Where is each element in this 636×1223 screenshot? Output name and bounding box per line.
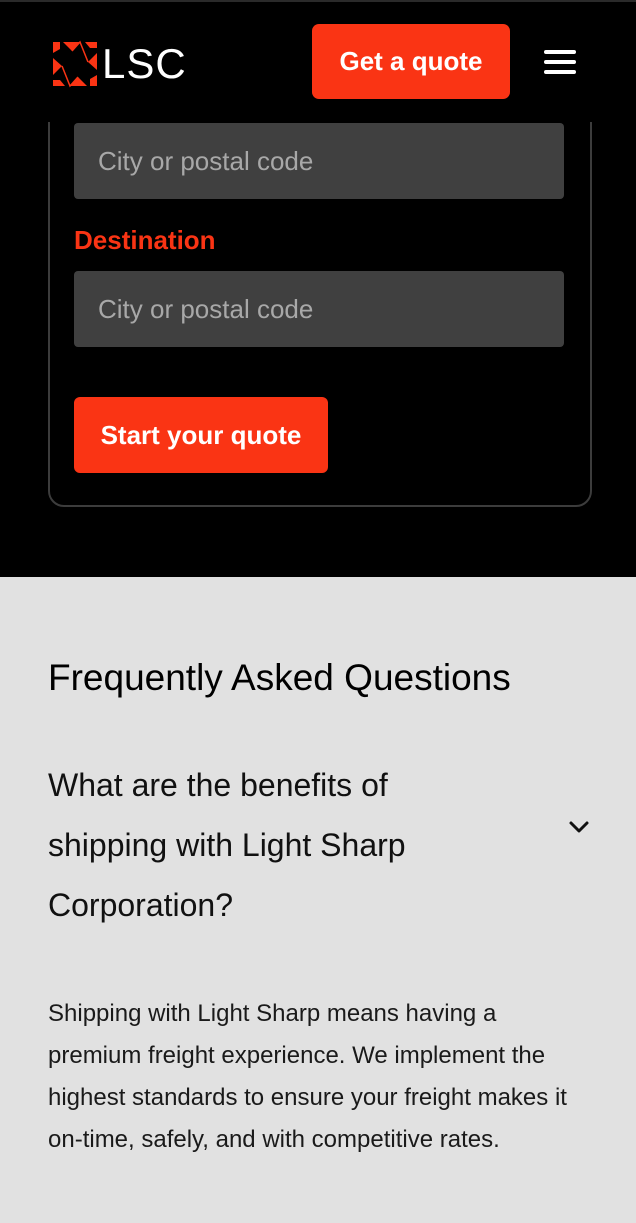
- get-a-quote-button[interactable]: Get a quote: [312, 24, 510, 99]
- hamburger-menu-icon-bar: [544, 60, 576, 64]
- header-top-border: [0, 0, 636, 2]
- faq-question-text: What are the benefits of shipping with L…: [48, 767, 406, 923]
- destination-input[interactable]: [74, 271, 564, 347]
- logo-text: LSC: [102, 40, 187, 87]
- site-header: LSC Get a quote: [0, 0, 636, 122]
- logo[interactable]: LSC: [50, 39, 187, 89]
- start-quote-button[interactable]: Start your quote: [74, 397, 328, 473]
- hamburger-menu-button[interactable]: [542, 47, 578, 77]
- faq-question-toggle[interactable]: What are the benefits of shipping with L…: [48, 755, 589, 935]
- faq-heading: Frequently Asked Questions: [48, 657, 511, 698]
- destination-label: Destination: [74, 225, 216, 255]
- hamburger-menu-icon-bar: [544, 70, 576, 74]
- faq-answer-text: Shipping with Light Sharp means having a…: [48, 1000, 567, 1153]
- lsc-star-mark-icon: [53, 40, 97, 88]
- origin-input[interactable]: [74, 123, 564, 199]
- hamburger-menu-icon: [544, 50, 576, 54]
- chevron-down-icon: [569, 821, 589, 833]
